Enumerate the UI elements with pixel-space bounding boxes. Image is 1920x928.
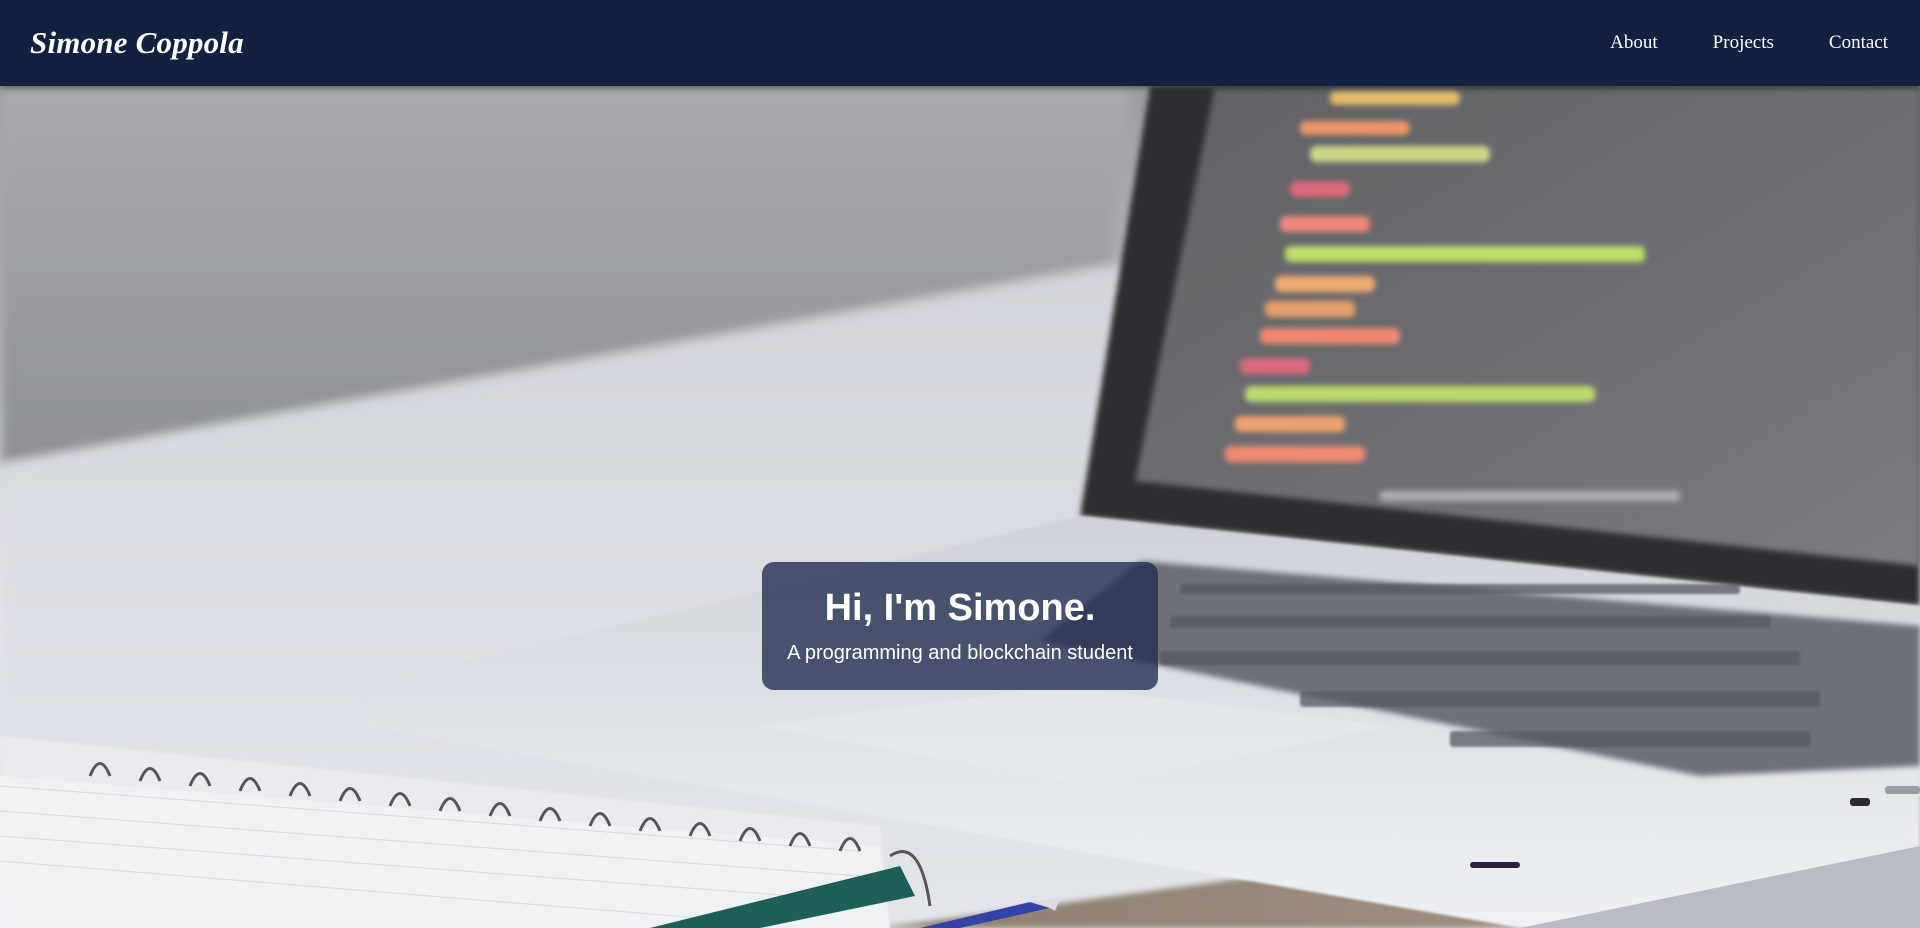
main-nav: About Projects Contact [1610,28,1888,58]
nav-links: About Projects Contact [1610,28,1888,58]
nav-item-about: About [1610,28,1658,58]
hero-subtitle: A programming and blockchain student [787,642,1133,664]
nav-item-contact: Contact [1829,28,1888,58]
hero-section: Hi, I'm Simone. A programming and blockc… [0,86,1920,928]
hero-intro-card: Hi, I'm Simone. A programming and blockc… [762,562,1158,690]
nav-item-projects: Projects [1713,28,1774,58]
brand-logo-link[interactable]: Simone Coppola [30,25,244,61]
nav-link-projects[interactable]: Projects [1713,28,1774,58]
nav-link-about[interactable]: About [1610,28,1658,58]
nav-link-contact[interactable]: Contact [1829,28,1888,58]
hero-title: Hi, I'm Simone. [824,587,1096,629]
hero-background-image [0,86,1920,928]
navbar: Simone Coppola About Projects Contact [0,0,1920,86]
